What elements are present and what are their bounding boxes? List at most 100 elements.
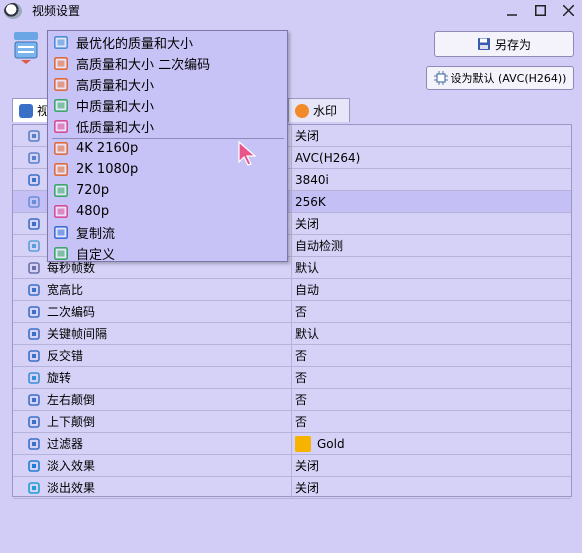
mouse-cursor-icon — [238, 140, 257, 166]
save-as-button[interactable]: 另存为 — [434, 31, 574, 57]
property-row[interactable]: 上下颠倒 否 — [13, 411, 571, 433]
tab-watermark[interactable]: 水印 — [288, 98, 350, 122]
app-logo-icon — [4, 2, 22, 19]
property-name-cell: 淡入效果 — [13, 455, 292, 476]
profile-preset-icon[interactable] — [12, 30, 40, 64]
property-value: 否 — [295, 393, 308, 407]
fade-in-icon — [27, 459, 41, 473]
flip-horizontal-icon — [27, 393, 41, 407]
property-value-cell[interactable]: 关闭 — [292, 455, 571, 476]
maximize-icon — [534, 5, 546, 16]
preset-menu-item-label: 中质量和大小 — [76, 100, 155, 115]
preset-menu-item-label: 最优化的质量和大小 — [76, 37, 194, 52]
preset-menu-item[interactable]: 480p — [54, 201, 282, 222]
property-name-cell: 旋转 — [13, 367, 292, 388]
property-value-cell[interactable]: 关闭 — [292, 125, 571, 146]
film-strip-icon — [54, 36, 68, 50]
property-value: 256K — [295, 194, 326, 209]
preset-menu-item-label: 复制流 — [76, 227, 116, 242]
property-value-cell[interactable]: 否 — [292, 389, 571, 410]
watermark-tab-icon — [295, 103, 309, 118]
preset-menu-item[interactable]: 低质量和大小 — [54, 116, 282, 137]
property-name: 关键帧间隔 — [47, 327, 108, 341]
property-value: 关闭 — [295, 129, 320, 143]
property-row[interactable]: 关键帧间隔 默认 — [13, 323, 571, 345]
property-name: 过滤器 — [47, 437, 84, 451]
property-row[interactable]: 二次编码 否 — [13, 301, 571, 323]
property-value-cell[interactable]: 默认 — [292, 257, 571, 278]
property-value-cell[interactable]: 默认 — [292, 323, 571, 344]
property-value: 关闭 — [295, 459, 320, 473]
preset-menu-item[interactable]: 高质量和大小 二次编码 — [54, 53, 282, 74]
image-icon — [27, 239, 41, 253]
property-value-cell[interactable]: 3840i — [292, 169, 571, 190]
property-row[interactable]: 过滤器 Gold — [13, 433, 571, 455]
property-name-cell: 过滤器 — [13, 433, 292, 454]
property-row[interactable]: 淡出效果 关闭 — [13, 477, 571, 499]
set-default-label: 设为默认 (AVC(H264)) — [450, 72, 567, 85]
two-pass-icon — [27, 305, 41, 319]
property-name-cell: 宽高比 — [13, 279, 292, 300]
preset-menu-item[interactable]: 高质量和大小 — [54, 74, 282, 95]
deinterlace-icon — [27, 349, 41, 363]
property-value-cell[interactable]: Gold — [292, 433, 571, 454]
property-row[interactable]: 淡入效果 关闭 — [13, 455, 571, 477]
property-value: 否 — [295, 415, 308, 429]
property-value-cell[interactable]: 256K — [292, 191, 571, 212]
property-row[interactable]: 反交错 否 — [13, 345, 571, 367]
set-default-button[interactable]: 设为默认 (AVC(H264)) — [426, 66, 574, 90]
property-value-cell[interactable]: 否 — [292, 367, 571, 388]
maximize-button[interactable] — [526, 0, 554, 21]
property-name: 淡入效果 — [47, 459, 96, 473]
property-value: 自动检测 — [295, 239, 344, 253]
filter-color-swatch — [295, 435, 311, 452]
property-value-cell[interactable]: 自动检测 — [292, 235, 571, 256]
chip-icon — [27, 151, 41, 165]
film-strip-icon — [54, 163, 68, 177]
film-strip-icon — [54, 120, 68, 134]
close-button[interactable] — [554, 0, 582, 21]
preset-menu-item[interactable]: 复制流 — [54, 222, 282, 243]
property-name: 左右颠倒 — [47, 393, 96, 407]
preset-menu-item[interactable]: 中质量和大小 — [54, 95, 282, 116]
film-strip-icon — [54, 99, 68, 113]
keyframe-icon — [27, 327, 41, 341]
property-value: 否 — [295, 349, 308, 363]
property-value-cell[interactable]: 否 — [292, 411, 571, 432]
property-value-cell[interactable]: 关闭 — [292, 477, 571, 498]
property-value: 默认 — [295, 261, 320, 275]
preset-menu-item[interactable]: 720p — [54, 180, 282, 201]
film-strip-icon — [54, 142, 68, 156]
property-row[interactable]: 宽高比 自动 — [13, 279, 571, 301]
save-as-label: 另存为 — [494, 37, 531, 52]
property-value-cell[interactable]: 否 — [292, 345, 571, 366]
preset-menu-item[interactable]: 自定义 — [54, 243, 282, 264]
property-name: 旋转 — [47, 371, 72, 385]
rotate-icon — [27, 371, 41, 385]
property-name: 淡出效果 — [47, 481, 96, 495]
property-value-cell[interactable]: AVC(H264) — [292, 147, 571, 168]
property-value: 3840i — [295, 172, 329, 187]
property-value: 否 — [295, 305, 308, 319]
property-name: 二次编码 — [47, 305, 96, 319]
film-strip-icon — [54, 57, 68, 71]
property-name-cell: 关键帧间隔 — [13, 323, 292, 344]
wave-icon — [27, 195, 41, 209]
minimize-icon — [507, 13, 517, 16]
property-value-cell[interactable]: 自动 — [292, 279, 571, 300]
property-row[interactable]: 左右颠倒 否 — [13, 389, 571, 411]
floppy-disk-icon — [477, 38, 490, 50]
fps-icon — [27, 261, 41, 275]
property-name-cell: 二次编码 — [13, 301, 292, 322]
chip-icon — [433, 71, 448, 85]
tab-watermark-label: 水印 — [313, 104, 338, 118]
property-name-cell: 淡出效果 — [13, 477, 292, 498]
preset-menu-item[interactable]: 最优化的质量和大小 — [54, 32, 282, 53]
property-row[interactable]: 旋转 否 — [13, 367, 571, 389]
property-value-cell[interactable]: 否 — [292, 301, 571, 322]
preset-menu-item-label: 低质量和大小 — [76, 121, 155, 136]
property-name-cell: 上下颠倒 — [13, 411, 292, 432]
fade-out-icon — [27, 481, 41, 495]
minimize-button[interactable] — [498, 0, 526, 21]
property-value-cell[interactable]: 关闭 — [292, 213, 571, 234]
